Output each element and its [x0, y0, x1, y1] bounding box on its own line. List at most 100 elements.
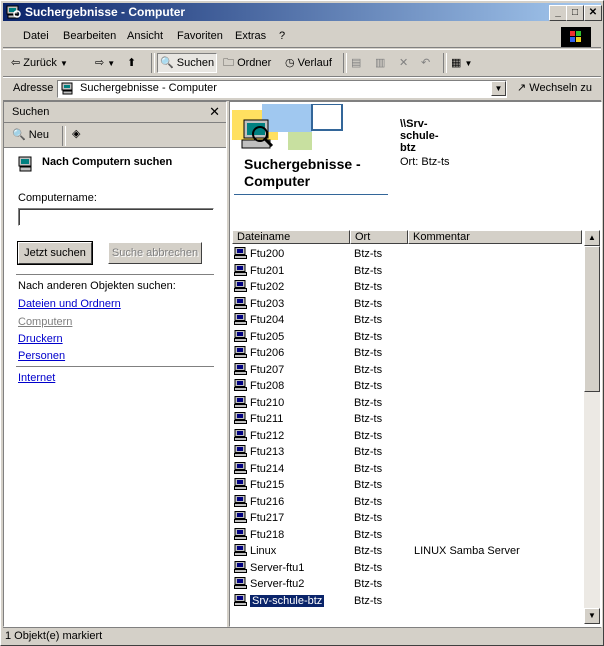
- menu-ansicht[interactable]: Ansicht: [127, 30, 163, 42]
- search-computer-icon: [6, 5, 21, 19]
- table-row[interactable]: Ftu201 Btz-ts: [232, 263, 582, 279]
- search-computer-icon: [61, 82, 73, 95]
- table-row[interactable]: Ftu200 Btz-ts: [232, 246, 582, 262]
- window-title: Suchergebnisse - Computer: [25, 5, 186, 19]
- move-to-icon[interactable]: ▤: [351, 54, 361, 72]
- row-name: Ftu208: [250, 380, 285, 392]
- computer-icon: [234, 395, 247, 408]
- table-row[interactable]: Server-ftu1 Btz-ts: [232, 560, 582, 576]
- row-name: Ftu210: [250, 396, 285, 409]
- undo-icon[interactable]: ↶: [421, 54, 430, 72]
- table-row[interactable]: Ftu210 Btz-ts: [232, 395, 582, 411]
- history-button[interactable]: ◷ Verlauf: [285, 54, 332, 72]
- minimize-button[interactable]: _: [549, 5, 567, 21]
- menu-help[interactable]: ?: [279, 30, 285, 42]
- column-header-comment[interactable]: Kommentar: [408, 230, 582, 244]
- link-people[interactable]: Personen: [18, 350, 65, 362]
- address-bar: Adresse Suchergebnisse - Computer ▼ ↗ We…: [3, 77, 601, 101]
- computer-icon: [234, 445, 247, 457]
- row-name-cell: Ftu210: [234, 395, 285, 410]
- views-button[interactable]: ▦ ▼: [451, 54, 472, 72]
- column-header-location[interactable]: Ort: [350, 230, 408, 244]
- table-row[interactable]: Ftu214 Btz-ts: [232, 461, 582, 477]
- toolbar-separator: [343, 53, 347, 73]
- row-name-cell: Server-ftu1: [234, 560, 304, 575]
- back-button[interactable]: ⇦ Zurück ▼: [11, 54, 68, 72]
- table-row[interactable]: Linux Btz-ts LINUX Samba Server: [232, 543, 582, 559]
- new-search-button[interactable]: 🔍 Neu: [12, 128, 49, 141]
- search-button[interactable]: 🔍 Suchen: [157, 53, 218, 73]
- table-row[interactable]: Ftu204 Btz-ts: [232, 312, 582, 328]
- link-internet[interactable]: Internet: [18, 372, 55, 384]
- stop-search-button[interactable]: Suche abbrechen: [108, 242, 202, 264]
- row-location: Btz-ts: [354, 446, 383, 458]
- computer-icon: [18, 156, 32, 172]
- table-row[interactable]: Srv-schule-btz Btz-ts: [232, 593, 582, 609]
- menu-favoriten[interactable]: Favoriten: [177, 30, 223, 42]
- results-pane: Suchergebnisse - Computer \\Srv- schule-…: [229, 101, 602, 627]
- up-folder-button[interactable]: ⬆: [127, 54, 136, 72]
- table-row[interactable]: Ftu216 Btz-ts: [232, 494, 582, 510]
- computer-icon: [234, 329, 247, 342]
- table-row[interactable]: Server-ftu2 Btz-ts: [232, 576, 582, 592]
- row-location: Btz-ts: [354, 347, 383, 359]
- link-files-folders[interactable]: Dateien und Ordnern: [18, 298, 121, 310]
- computer-icon: [234, 511, 247, 523]
- menu-datei[interactable]: Datei: [23, 30, 49, 42]
- table-row[interactable]: Ftu205 Btz-ts: [232, 329, 582, 345]
- maximize-button[interactable]: □: [566, 5, 584, 21]
- server-name: \\Srv- schule- btz: [400, 118, 439, 154]
- link-printers[interactable]: Druckern: [18, 333, 63, 345]
- table-row[interactable]: Ftu208 Btz-ts: [232, 378, 582, 394]
- go-button[interactable]: ↗ Wechseln zu: [517, 81, 592, 94]
- vertical-scrollbar[interactable]: ▲ ▼: [584, 230, 600, 624]
- row-location: Btz-ts: [354, 363, 383, 376]
- list-header: Dateiname Ort Kommentar: [232, 230, 582, 244]
- scroll-up-button[interactable]: ▲: [584, 230, 600, 246]
- search-options-icon[interactable]: ◈: [72, 127, 80, 140]
- address-dropdown-button[interactable]: ▼: [491, 81, 506, 96]
- search-pane-toolbar: 🔍 Neu ◈: [4, 123, 226, 148]
- forward-button[interactable]: ⇨ ▼: [95, 54, 115, 72]
- copy-to-icon[interactable]: ▥: [375, 54, 385, 72]
- close-button[interactable]: ✕: [584, 5, 602, 21]
- status-text: 1 Objekt(e) markiert: [5, 630, 103, 642]
- chevron-down-icon: ▼: [464, 59, 473, 68]
- row-name: Ftu202: [250, 281, 285, 293]
- table-row[interactable]: Ftu207 Btz-ts: [232, 362, 582, 378]
- computer-name-label: Computername:: [18, 192, 97, 204]
- search-heading: Nach Computern suchen: [42, 156, 173, 168]
- menu-extras[interactable]: Extras: [235, 30, 266, 42]
- scroll-thumb[interactable]: [584, 246, 600, 392]
- row-name-cell: Ftu217: [234, 511, 284, 525]
- computer-icon: [234, 593, 247, 606]
- row-name-cell: Ftu215: [234, 478, 284, 492]
- table-row[interactable]: Ftu211 Btz-ts: [232, 411, 582, 427]
- computer-icon: [234, 478, 247, 490]
- folders-button[interactable]: 🗀 Ordner: [223, 54, 271, 72]
- table-row[interactable]: Ftu215 Btz-ts: [232, 477, 582, 493]
- search-now-button[interactable]: Jetzt suchen: [17, 241, 93, 265]
- computer-name-input[interactable]: [18, 208, 214, 226]
- table-row[interactable]: Ftu203 Btz-ts: [232, 296, 582, 312]
- address-field[interactable]: Suchergebnisse - Computer ▼: [57, 80, 507, 98]
- row-name-cell: Linux: [234, 544, 276, 558]
- table-row[interactable]: Ftu212 Btz-ts: [232, 428, 582, 444]
- divider: [16, 366, 214, 368]
- close-icon[interactable]: ✕: [209, 104, 220, 120]
- row-name-cell: Ftu208: [234, 379, 284, 393]
- column-header-name[interactable]: Dateiname: [232, 230, 350, 244]
- title-bar[interactable]: Suchergebnisse - Computer _ □ ✕: [3, 3, 602, 21]
- scroll-down-button[interactable]: ▼: [584, 608, 600, 624]
- menu-bearbeiten[interactable]: Bearbeiten: [63, 30, 116, 42]
- table-row[interactable]: Ftu213 Btz-ts: [232, 444, 582, 460]
- link-computers[interactable]: Computern: [18, 316, 72, 328]
- row-name-cell: Ftu212: [234, 428, 284, 443]
- row-name: Ftu206: [250, 347, 285, 359]
- table-row[interactable]: Ftu206 Btz-ts: [232, 345, 582, 361]
- table-row[interactable]: Ftu202 Btz-ts: [232, 279, 582, 295]
- table-row[interactable]: Ftu218 Btz-ts: [232, 527, 582, 543]
- delete-icon[interactable]: ✕: [399, 54, 408, 72]
- other-objects-label: Nach anderen Objekten suchen:: [18, 280, 176, 292]
- table-row[interactable]: Ftu217 Btz-ts: [232, 510, 582, 526]
